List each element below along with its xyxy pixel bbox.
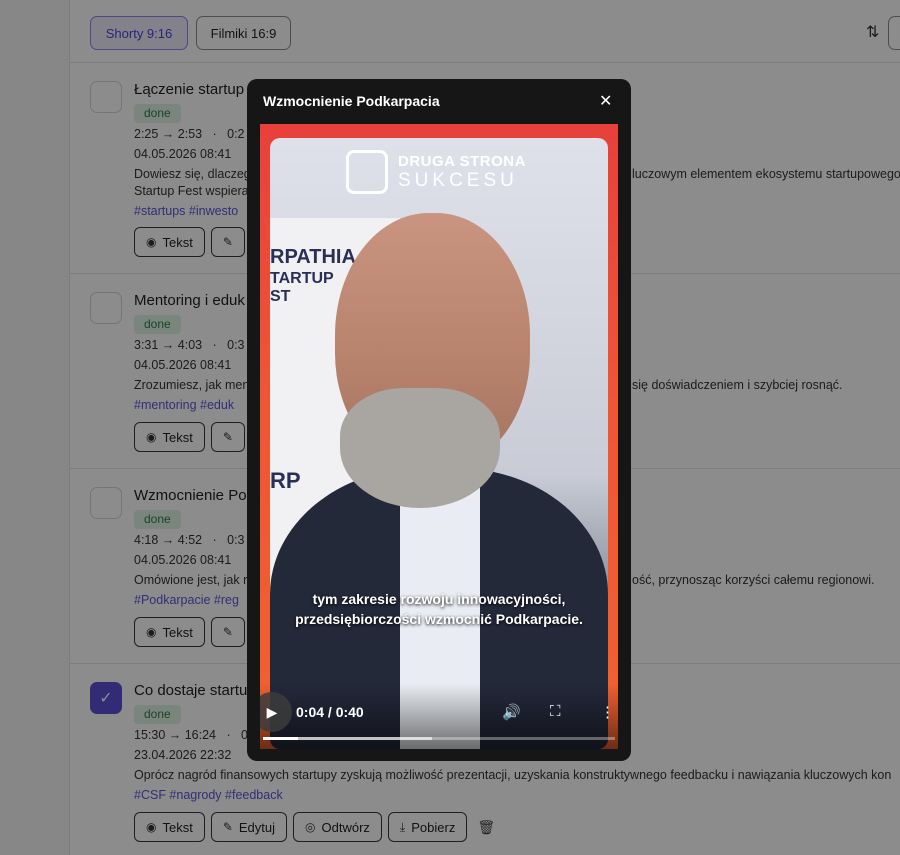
logo-line-1: DRUGA STRONA <box>398 152 526 170</box>
logo-mark-icon <box>346 150 388 194</box>
banner-text: ST <box>270 288 291 305</box>
video-player[interactable]: RPATHIA TARTUP ST RP DRUGA STRONA SUKCES… <box>260 124 618 749</box>
video-frame: RPATHIA TARTUP ST RP DRUGA STRONA SUKCES… <box>260 124 618 749</box>
video-subtitle: tym zakresie rozwoju innowacyjności, prz… <box>260 589 618 629</box>
progress-fill <box>263 737 299 740</box>
video-scene: RPATHIA TARTUP ST RP DRUGA STRONA SUKCES… <box>270 138 608 749</box>
time-display: 0:04 / 0:40 <box>296 704 364 720</box>
channel-logo: DRUGA STRONA SUKCESU <box>346 150 526 194</box>
fullscreen-icon[interactable]: ⛶ <box>550 703 561 720</box>
modal-title: Wzmocnienie Podkarpacia <box>263 93 440 109</box>
volume-icon[interactable]: 🔊 <box>502 703 521 721</box>
logo-text: DRUGA STRONA SUKCESU <box>398 153 526 192</box>
progress-bar[interactable] <box>263 737 615 740</box>
banner-text: RPATHIA <box>270 246 356 268</box>
banner-text: TARTUP <box>270 270 334 287</box>
more-options-icon[interactable]: ⋮ <box>600 703 615 721</box>
subtitle-line-1: tym zakresie rozwoju innowacyjności, <box>312 591 566 607</box>
speaker-beard <box>340 388 500 508</box>
close-icon[interactable]: ✕ <box>599 91 612 111</box>
logo-line-2: SUKCESU <box>398 169 518 191</box>
banner-text: RP <box>270 468 301 493</box>
subtitle-line-2: przedsiębiorczości wzmocnić Podkarpacie. <box>295 611 583 627</box>
video-modal: Wzmocnienie Podkarpacia ✕ RPATHIA TARTUP… <box>247 79 631 761</box>
